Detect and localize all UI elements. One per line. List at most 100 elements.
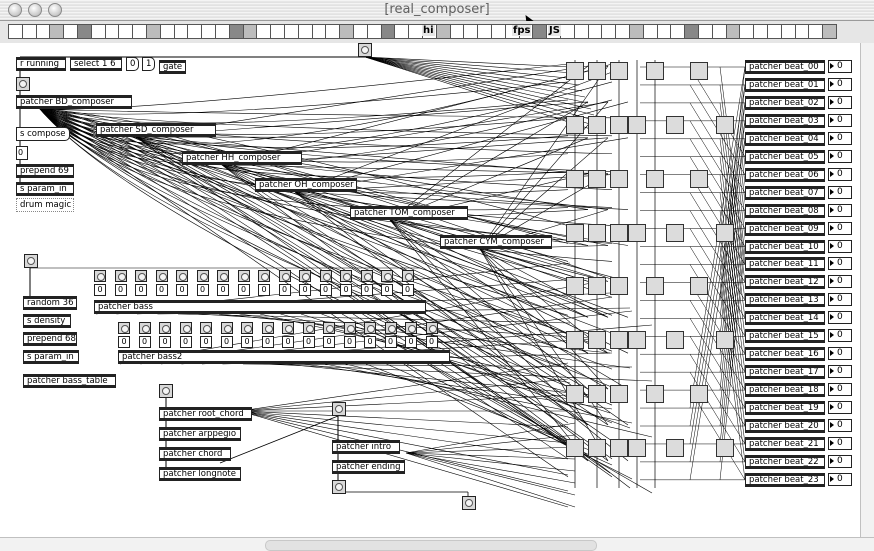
bass-step-bang[interactable] bbox=[405, 322, 417, 334]
palette-tool-icon[interactable] bbox=[808, 24, 824, 39]
patcher-beat[interactable]: patcher beat_18 bbox=[745, 383, 825, 398]
prepend-69-object[interactable]: prepend 69 bbox=[16, 164, 74, 178]
palette-tool-icon[interactable] bbox=[380, 24, 396, 39]
beat-cell[interactable] bbox=[716, 115, 734, 134]
bass-step-number[interactable]: 0 bbox=[114, 284, 127, 296]
patcher-ending[interactable]: patcher ending bbox=[332, 460, 405, 474]
beat-cell[interactable] bbox=[646, 385, 664, 404]
bass-step-number[interactable]: 0 bbox=[425, 336, 438, 348]
bang-chord[interactable] bbox=[159, 384, 173, 398]
bass-step-number[interactable]: 0 bbox=[196, 284, 209, 296]
bang-out[interactable] bbox=[462, 496, 476, 510]
beat-number-box[interactable]: 0 bbox=[828, 60, 852, 73]
beat-cell[interactable] bbox=[566, 277, 584, 296]
palette-tool-icon[interactable] bbox=[256, 24, 272, 39]
bass-step-bang[interactable] bbox=[401, 270, 414, 282]
s-param-in-object[interactable]: s param_in bbox=[16, 182, 74, 196]
beat-cell[interactable] bbox=[628, 115, 646, 134]
bass-step-bang[interactable] bbox=[118, 322, 130, 334]
bass-step-bang[interactable] bbox=[384, 322, 397, 334]
beat-number-box[interactable]: 0 bbox=[828, 275, 852, 289]
bass-step-number[interactable]: 0 bbox=[405, 336, 417, 348]
palette-tool-icon[interactable] bbox=[339, 24, 355, 39]
bang-ending[interactable] bbox=[332, 480, 346, 494]
bass-step-bang[interactable] bbox=[241, 322, 253, 334]
beat-number-box[interactable]: 0 bbox=[828, 293, 852, 307]
bass-step-number[interactable]: 0 bbox=[299, 284, 311, 296]
beat-cell[interactable] bbox=[588, 331, 606, 350]
beat-number-box[interactable]: 0 bbox=[828, 113, 852, 127]
bass-step-bang[interactable] bbox=[278, 270, 291, 282]
s-param-in-2-object[interactable]: s param_in bbox=[23, 350, 79, 364]
patcher-bass[interactable]: patcher bass bbox=[94, 300, 426, 314]
beat-number-box[interactable]: 0 bbox=[828, 436, 852, 450]
bass-step-number[interactable]: 0 bbox=[302, 336, 315, 348]
patcher-beat[interactable]: patcher beat_20 bbox=[745, 419, 825, 433]
bass-step-bang[interactable] bbox=[360, 270, 373, 282]
beat-cell[interactable] bbox=[628, 223, 646, 242]
bass-step-number[interactable]: 0 bbox=[360, 284, 373, 296]
bass-step-number[interactable]: 0 bbox=[258, 284, 270, 296]
number-box[interactable]: 0 bbox=[16, 146, 28, 160]
composer-patcher[interactable]: patcher CYM_composer bbox=[440, 235, 552, 249]
patcher-beat[interactable]: patcher beat_15 bbox=[745, 329, 825, 344]
palette-tool-icon[interactable] bbox=[394, 24, 410, 39]
beat-cell[interactable] bbox=[588, 62, 606, 80]
patcher-bass-table[interactable]: patcher bass_table bbox=[23, 374, 116, 388]
beat-number-box[interactable]: 0 bbox=[828, 167, 852, 181]
random-36-object[interactable]: random 36 bbox=[23, 296, 77, 310]
patcher-beat[interactable]: patcher beat_03 bbox=[745, 113, 825, 128]
beat-cell[interactable] bbox=[646, 169, 664, 188]
palette-tool-icon[interactable] bbox=[228, 24, 244, 39]
bass-step-bang[interactable] bbox=[319, 270, 332, 282]
beat-cell[interactable] bbox=[610, 277, 628, 296]
patcher-beat[interactable]: patcher beat_04 bbox=[745, 131, 825, 146]
palette-tool-icon[interactable] bbox=[629, 24, 644, 39]
bass-step-bang[interactable] bbox=[237, 270, 250, 282]
beat-number-box[interactable]: 0 bbox=[828, 239, 852, 253]
palette-tool-icon[interactable] bbox=[173, 24, 189, 39]
bass-step-bang[interactable] bbox=[200, 322, 212, 334]
select-object[interactable]: select 1 6 bbox=[70, 57, 122, 71]
beat-cell[interactable] bbox=[610, 115, 628, 134]
beat-cell[interactable] bbox=[566, 62, 584, 80]
bass-step-number[interactable]: 0 bbox=[241, 336, 253, 348]
beat-cell[interactable] bbox=[566, 223, 584, 242]
palette-tool-icon[interactable] bbox=[408, 24, 424, 39]
patcher-arpeggio[interactable]: patcher arppegio bbox=[159, 427, 241, 441]
beat-number-box[interactable]: 0 bbox=[828, 472, 852, 486]
patcher-beat[interactable]: patcher beat_13 bbox=[745, 293, 825, 308]
beat-cell[interactable] bbox=[690, 169, 708, 188]
beat-number-box[interactable]: 0 bbox=[828, 454, 852, 468]
beat-cell[interactable] bbox=[610, 331, 628, 350]
scroll-thumb[interactable] bbox=[265, 540, 597, 551]
bass-step-bang[interactable] bbox=[176, 270, 188, 282]
patcher-beat[interactable]: patcher beat_05 bbox=[745, 149, 825, 164]
patcher-beat[interactable]: patcher beat_09 bbox=[745, 221, 825, 236]
bass-step-number[interactable]: 0 bbox=[179, 336, 192, 348]
palette-tool-icon[interactable] bbox=[21, 24, 37, 39]
beat-cell[interactable] bbox=[666, 331, 684, 350]
bass-step-bang[interactable] bbox=[343, 322, 356, 334]
palette-tool-icon[interactable] bbox=[325, 24, 341, 39]
composer-patcher[interactable]: patcher HH_composer bbox=[182, 151, 302, 165]
bass-step-number[interactable]: 0 bbox=[220, 336, 233, 348]
bass-step-bang[interactable] bbox=[258, 270, 270, 282]
patcher-beat[interactable]: patcher beat_16 bbox=[745, 347, 825, 362]
message-1[interactable]: 1 bbox=[142, 57, 155, 71]
beat-number-box[interactable]: 0 bbox=[828, 221, 852, 235]
bass-step-number[interactable]: 0 bbox=[135, 284, 147, 296]
bass-step-bang[interactable] bbox=[302, 322, 315, 334]
palette-tool-icon[interactable] bbox=[201, 24, 217, 39]
palette-tool-icon[interactable] bbox=[587, 24, 603, 39]
beat-cell[interactable] bbox=[588, 223, 606, 242]
beat-number-box[interactable]: 0 bbox=[828, 329, 852, 343]
palette-tool-icon[interactable] bbox=[146, 24, 161, 39]
patcher-beat[interactable]: patcher beat_22 bbox=[745, 454, 825, 469]
bass-step-number[interactable]: 0 bbox=[278, 284, 291, 296]
bass-step-bang[interactable] bbox=[159, 322, 171, 334]
patcher-canvas[interactable]: r running select 1 6 0 1 gate patcher BD… bbox=[0, 43, 860, 537]
patcher-beat[interactable]: patcher beat_08 bbox=[745, 203, 825, 218]
title-bar[interactable]: [real_composer] bbox=[0, 0, 874, 21]
patcher-beat[interactable]: patcher beat_06 bbox=[745, 167, 825, 182]
